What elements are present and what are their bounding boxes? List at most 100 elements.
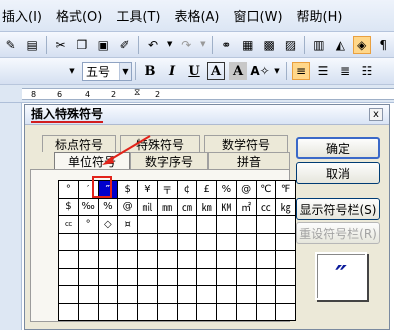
text-effect-icon[interactable]: A✧ <box>250 62 269 80</box>
insert-table-icon[interactable]: ▩ <box>260 36 277 54</box>
italic-button[interactable]: I <box>163 62 181 80</box>
symbol-cell[interactable] <box>196 232 217 251</box>
symbol-cell[interactable]: % <box>216 180 237 199</box>
symbol-cell[interactable]: ◇ <box>97 215 119 234</box>
close-icon[interactable]: x <box>369 108 383 121</box>
tables-borders-icon[interactable]: ▦ <box>239 36 256 54</box>
symbol-cell[interactable]: ㏎ <box>216 197 237 216</box>
symbol-cell[interactable] <box>77 285 99 304</box>
menu-insert[interactable]: 插入(I) <box>2 6 49 25</box>
symbol-cell[interactable]: ‰ <box>77 197 99 216</box>
chevron-down-icon[interactable]: ▼ <box>119 62 131 80</box>
symbol-cell[interactable] <box>176 302 198 321</box>
indent-marker-icon[interactable]: ⧖ <box>134 88 140 98</box>
symbol-cell[interactable] <box>156 215 178 234</box>
vertical-ruler[interactable] <box>0 103 22 330</box>
symbol-cell[interactable] <box>97 267 119 286</box>
columns-icon[interactable]: ▥ <box>310 36 327 54</box>
symbol-cell[interactable] <box>58 267 79 286</box>
symbol-cell[interactable] <box>216 302 237 321</box>
reset-symbol-bar-button[interactable]: 重设符号栏(R) <box>296 222 380 244</box>
symbol-cell[interactable] <box>156 285 178 304</box>
align-justify-icon[interactable]: ≡ <box>292 62 310 80</box>
symbol-cell[interactable] <box>117 232 138 251</box>
symbol-cell[interactable]: ㎏ <box>275 197 296 216</box>
symbol-cell[interactable] <box>255 302 277 321</box>
cut-icon[interactable]: ✂ <box>52 36 69 54</box>
symbol-cell[interactable] <box>255 250 277 269</box>
tab-special[interactable]: 特殊符号 <box>120 135 200 152</box>
ok-button[interactable]: 确定 <box>296 137 380 159</box>
tab-punctuation[interactable]: 标点符号 <box>42 135 116 152</box>
research-icon[interactable]: ▤ <box>23 36 40 54</box>
symbol-cell[interactable] <box>216 232 237 251</box>
bold-button[interactable]: B <box>141 62 159 80</box>
symbol-cell[interactable] <box>97 250 119 269</box>
undo-dropdown-icon[interactable]: ▼ <box>166 36 174 54</box>
symbol-cell[interactable]: ° <box>77 215 99 234</box>
insert-excel-icon[interactable]: ▨ <box>282 36 299 54</box>
symbol-cell[interactable] <box>117 250 138 269</box>
symbol-cell[interactable] <box>235 215 257 234</box>
symbol-cell[interactable] <box>77 302 99 321</box>
symbol-cell[interactable] <box>176 232 198 251</box>
symbol-cell[interactable] <box>216 285 237 304</box>
tab-units[interactable]: 单位符号 <box>54 152 130 169</box>
symbol-cell[interactable] <box>275 215 296 234</box>
symbol-cell[interactable] <box>117 267 138 286</box>
char-border-button[interactable]: A <box>207 62 225 80</box>
hyperlink-icon[interactable]: ⚭ <box>218 36 235 54</box>
char-shading-button[interactable]: A <box>229 62 247 80</box>
symbol-cell[interactable]: ㎝ <box>176 197 198 216</box>
tab-pinyin[interactable]: 拼音 <box>208 152 290 169</box>
symbol-cell[interactable] <box>156 232 178 251</box>
symbol-cell[interactable]: @ <box>235 180 257 199</box>
symbol-cell[interactable]: ㏄ <box>255 197 277 216</box>
symbol-cell[interactable] <box>117 302 138 321</box>
symbol-cell[interactable] <box>255 285 277 304</box>
symbol-cell[interactable] <box>156 302 178 321</box>
symbol-cell[interactable] <box>255 232 277 251</box>
menu-table[interactable]: 表格(A) <box>167 6 226 25</box>
symbol-cell[interactable] <box>97 302 119 321</box>
menu-tools[interactable]: 工具(T) <box>109 6 167 25</box>
symbol-cell[interactable] <box>196 267 217 286</box>
underline-button[interactable]: U <box>185 62 203 80</box>
symbol-cell[interactable] <box>235 232 257 251</box>
symbol-cell[interactable] <box>137 285 158 304</box>
symbol-cell[interactable]: ¥ <box>137 180 158 199</box>
symbol-cell[interactable] <box>196 215 217 234</box>
dialog-titlebar[interactable]: 插入特殊符号 x <box>25 105 389 125</box>
symbol-cell[interactable] <box>77 267 99 286</box>
symbol-cell[interactable] <box>137 215 158 234</box>
copy-icon[interactable]: ❐ <box>73 36 90 54</box>
symbol-cell[interactable] <box>235 267 257 286</box>
symbol-cell[interactable] <box>156 267 178 286</box>
symbol-cell[interactable] <box>235 285 257 304</box>
symbol-cell[interactable] <box>216 215 237 234</box>
symbol-cell[interactable]: cc <box>58 215 79 234</box>
menu-help[interactable]: 帮助(H) <box>290 6 350 25</box>
symbol-cell[interactable]: @ <box>117 197 138 216</box>
symbol-cell[interactable]: $ <box>58 197 79 216</box>
tab-numbers[interactable]: 数字序号 <box>130 152 208 169</box>
symbol-cell[interactable]: 〒 <box>156 180 178 199</box>
symbol-cell[interactable] <box>275 285 296 304</box>
symbol-cell[interactable] <box>137 250 158 269</box>
symbol-cell[interactable] <box>156 250 178 269</box>
menu-format[interactable]: 格式(O) <box>49 6 109 25</box>
symbol-cell[interactable]: ㎞ <box>196 197 217 216</box>
undo-icon[interactable]: ↶ <box>144 36 161 54</box>
symbol-cell[interactable]: $ <box>117 180 138 199</box>
show-hide-icon[interactable]: ¶ <box>375 36 392 54</box>
text-effect-dropdown-icon[interactable]: ▼ <box>273 62 281 80</box>
symbol-cell[interactable] <box>137 267 158 286</box>
symbol-cell[interactable]: % <box>97 197 119 216</box>
symbol-cell[interactable] <box>137 232 158 251</box>
font-size-dropdown[interactable]: 五号 ▼ <box>82 61 132 81</box>
symbol-cell[interactable] <box>275 250 296 269</box>
symbol-cell[interactable] <box>255 267 277 286</box>
symbol-cell[interactable] <box>275 302 296 321</box>
show-symbol-bar-button[interactable]: 显示符号栏(S) <box>296 198 380 220</box>
symbol-cell[interactable] <box>196 302 217 321</box>
